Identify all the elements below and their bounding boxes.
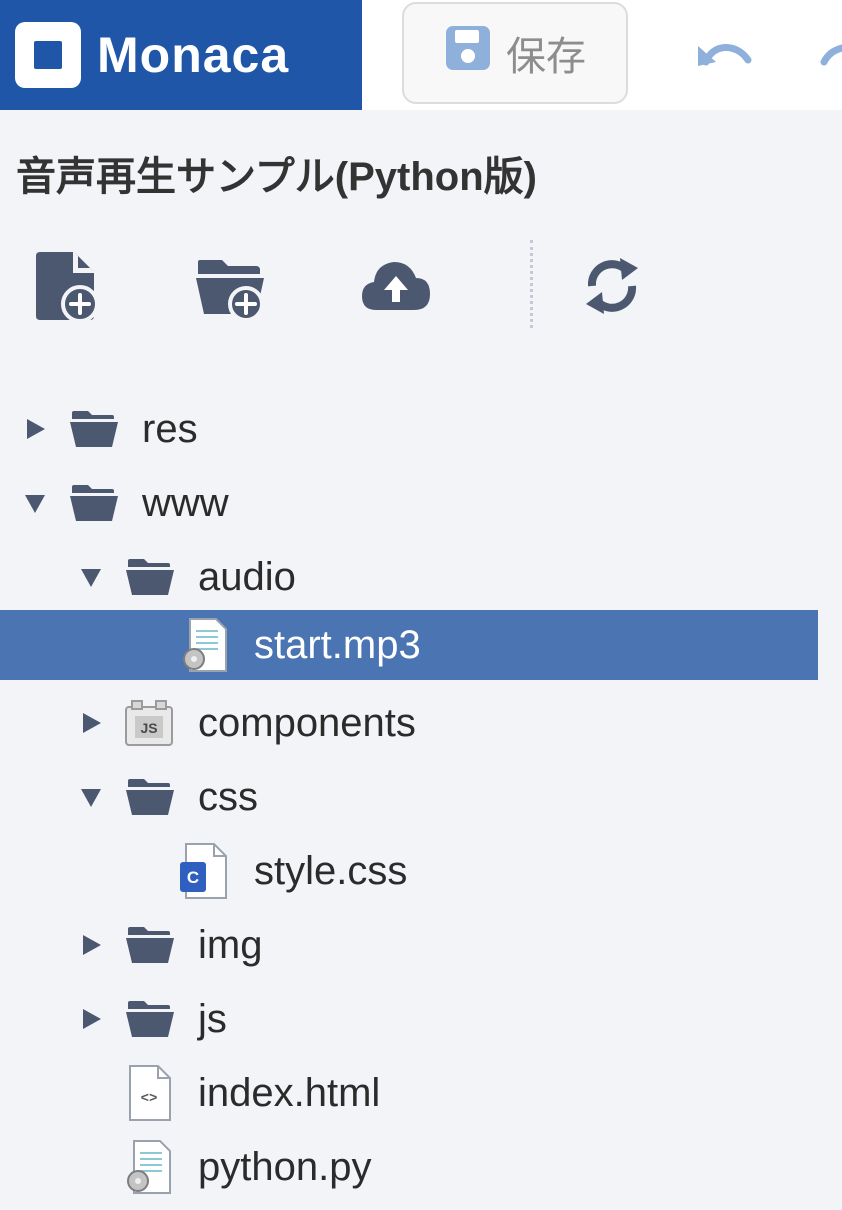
tree-item-label: js [198, 996, 227, 1041]
tree-item-label: index.html [198, 1070, 381, 1115]
js-folder-icon: JS [124, 699, 174, 747]
caret-right-icon[interactable] [80, 934, 102, 956]
caret-down-icon[interactable] [80, 566, 102, 588]
tree-item-label: res [142, 406, 198, 451]
upload-icon[interactable] [358, 248, 434, 329]
refresh-icon[interactable] [578, 248, 646, 329]
tree-item-label: start.mp3 [254, 622, 421, 667]
save-icon [444, 24, 492, 82]
css-file-icon: C [178, 842, 228, 900]
toolbar-divider [530, 240, 533, 328]
new-folder-icon[interactable] [194, 248, 270, 329]
tree-item-www[interactable]: www [0, 468, 818, 538]
folder-open-icon [70, 483, 118, 523]
caret-down-icon[interactable] [24, 492, 46, 514]
tree-item-label: css [198, 774, 258, 819]
tree-item-js[interactable]: js [0, 984, 818, 1054]
folder-open-icon [126, 557, 174, 597]
tree-item-label: www [142, 480, 229, 525]
tree-item-start-mp3[interactable]: start.mp3 [0, 610, 818, 680]
undo-icon[interactable] [694, 32, 754, 81]
html-file-icon: <> [126, 1064, 172, 1122]
tree-item-res[interactable]: res [0, 394, 818, 464]
project-title: 音声再生サンプル(Python版) [16, 155, 537, 199]
generic-file-icon [180, 617, 228, 673]
svg-text:<>: <> [141, 1091, 158, 1107]
folder-icon [126, 925, 174, 965]
svg-text:JS: JS [140, 720, 157, 736]
folder-icon [70, 409, 118, 449]
svg-text:C: C [187, 868, 199, 887]
redo-icon[interactable] [818, 32, 842, 81]
tree-item-label: img [198, 922, 263, 967]
monaca-logo[interactable]: Monaca [0, 0, 362, 110]
tree-item-style-css[interactable]: C style.css [0, 836, 818, 906]
save-label: 保存 [506, 35, 586, 79]
brand-name: Monaca [97, 27, 290, 83]
tree-item-label: style.css [254, 848, 408, 893]
caret-right-icon[interactable] [80, 1008, 102, 1030]
tree-item-label: components [198, 700, 416, 745]
caret-right-icon[interactable] [80, 712, 102, 734]
new-file-icon[interactable] [34, 248, 102, 329]
tree-item-python-py[interactable]: python.py [0, 1132, 818, 1202]
caret-right-icon[interactable] [24, 418, 46, 440]
tree-item-audio[interactable]: audio [0, 542, 818, 612]
save-button[interactable]: 保存 [402, 2, 628, 104]
tree-item-label: audio [198, 554, 296, 599]
top-bar: Monaca 保存 [0, 0, 842, 110]
folder-icon [126, 999, 174, 1039]
tree-item-label: python.py [198, 1144, 372, 1189]
tree-item-components[interactable]: JS components [0, 688, 818, 758]
caret-down-icon[interactable] [80, 786, 102, 808]
tree-item-index-html[interactable]: <> index.html [0, 1058, 818, 1128]
generic-file-icon [124, 1139, 172, 1195]
tree-item-img[interactable]: img [0, 910, 818, 980]
logo-mark-icon [15, 22, 81, 88]
folder-open-icon [126, 777, 174, 817]
tree-item-css[interactable]: css [0, 762, 818, 832]
